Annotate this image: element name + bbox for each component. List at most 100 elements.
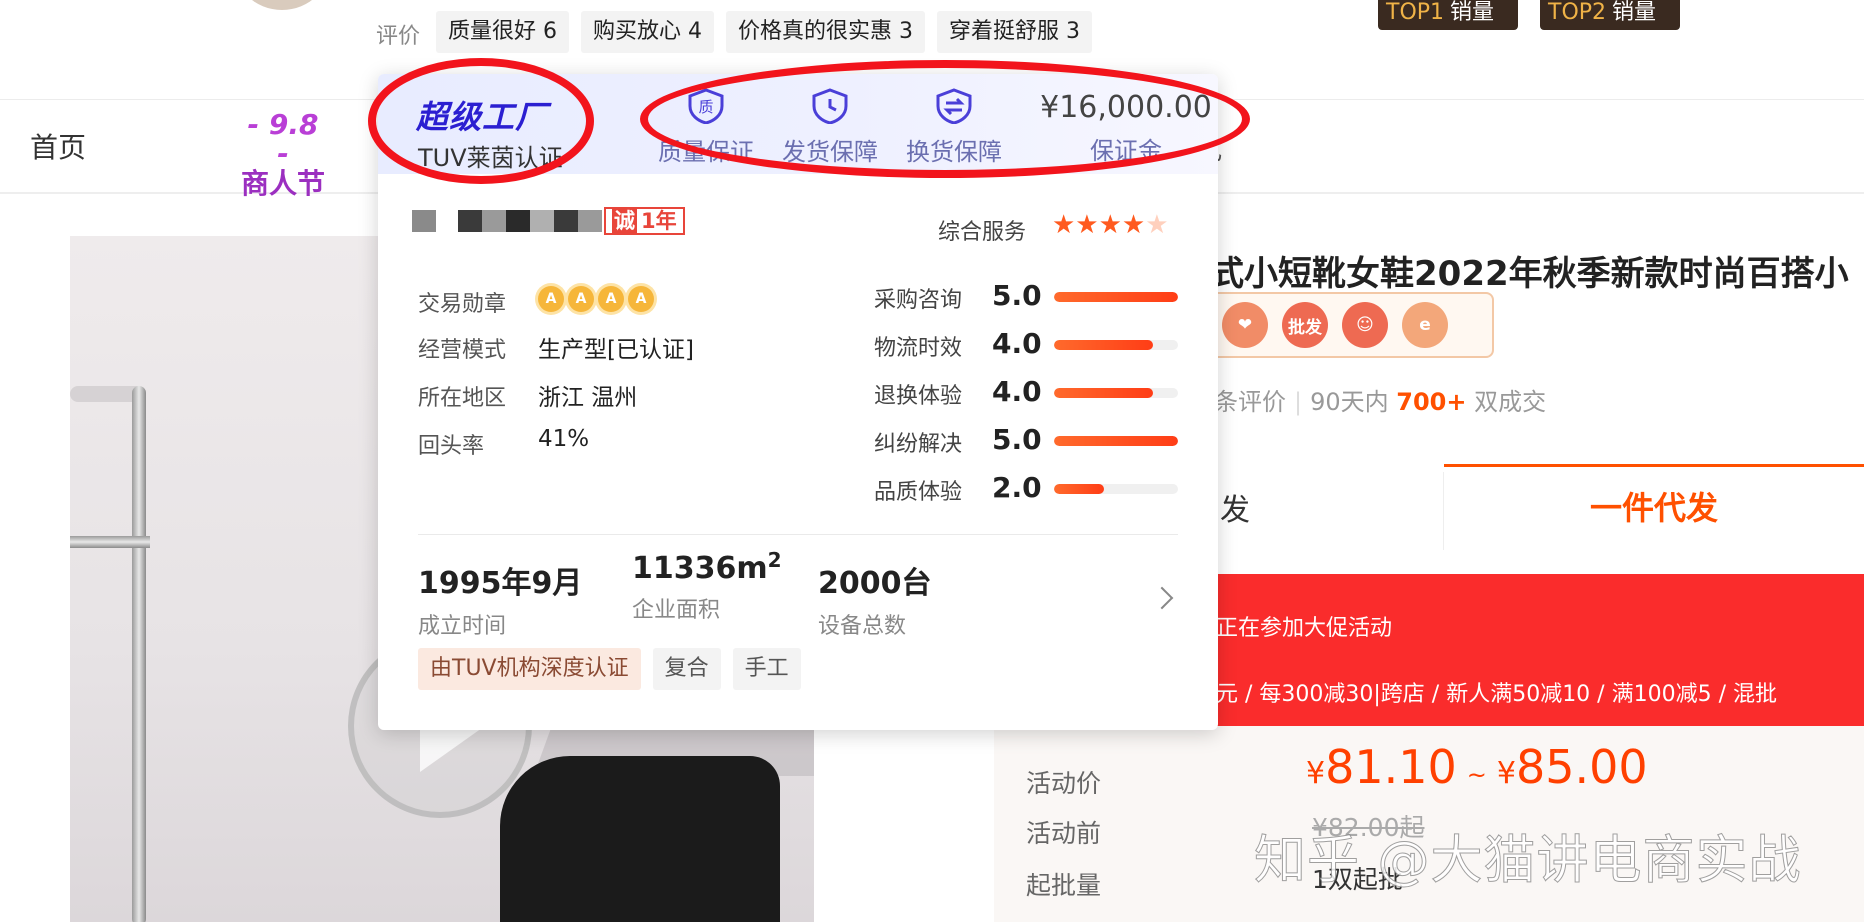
price-tilde: ~ bbox=[1466, 761, 1487, 789]
deal-label: 双成交 bbox=[1474, 388, 1547, 416]
trade-medals: A A A A bbox=[538, 286, 654, 312]
score-label: 退换体验 bbox=[874, 384, 963, 409]
badge-text: 销量 bbox=[1612, 0, 1657, 25]
process-chip[interactable]: 手工 bbox=[732, 648, 801, 690]
festival-logo-name: 商人节 bbox=[240, 166, 325, 200]
tab-dropship[interactable]: 一件代发 bbox=[1444, 464, 1864, 550]
deposit-label: 保证金 bbox=[1090, 137, 1162, 165]
top1-sales-badge[interactable]: TOP1 销量 bbox=[1378, 0, 1518, 30]
svg-text:质: 质 bbox=[698, 98, 713, 116]
clock-icon bbox=[812, 88, 848, 124]
score-value: 2.0 bbox=[992, 471, 1042, 504]
review-tag[interactable]: 质量很好 6 bbox=[436, 11, 569, 53]
score-bar-fill bbox=[1054, 340, 1154, 350]
super-factory-title[interactable]: 超级工厂 bbox=[416, 92, 548, 138]
festival-logo-date: - 9.8 - bbox=[247, 108, 319, 171]
deposit-info[interactable]: ¥16,000.00 保证金 bbox=[1036, 90, 1216, 166]
score-value: 4.0 bbox=[992, 375, 1042, 408]
medal-icon: A bbox=[628, 286, 654, 312]
repurchase-label: 回头率 bbox=[418, 434, 485, 459]
exchange-guarantee[interactable]: 换货保障 bbox=[894, 88, 1014, 167]
supplier-card-header: 超级工厂 TUV莱茵认证 质 质量保证 发货保障 换货保障 ¥16,000.00 bbox=[378, 74, 1218, 174]
equipment-value: 2000台 bbox=[818, 566, 932, 601]
shop-name-row: 诚 1年 bbox=[412, 206, 685, 236]
quality-guarantee[interactable]: 质 质量保证 bbox=[646, 88, 766, 167]
equipment-fact: 2000台 设备总数 bbox=[818, 558, 932, 640]
supplier-popup-card: 超级工厂 TUV莱茵认证 质 质量保证 发货保障 换货保障 ¥16,000.00 bbox=[378, 74, 1218, 730]
equipment-label: 设备总数 bbox=[818, 614, 907, 639]
score-bar-fill bbox=[1054, 484, 1104, 494]
review-tag[interactable]: 购买放心 4 bbox=[581, 11, 714, 53]
moq-label: 起批量 bbox=[1026, 871, 1102, 900]
tuv-certification[interactable]: TUV莱茵认证 bbox=[418, 138, 563, 173]
tuv-chip[interactable]: 由TUV机构深度认证 bbox=[418, 648, 641, 690]
deposit-amount: ¥16,000.00 bbox=[1040, 90, 1212, 125]
price-label: 活动价 bbox=[1026, 769, 1102, 798]
score-bar bbox=[1054, 388, 1178, 398]
medal-icon: A bbox=[568, 286, 594, 312]
score-bar bbox=[1054, 340, 1178, 350]
boot-image bbox=[500, 756, 780, 922]
wholesale-icon[interactable]: 批发 bbox=[1282, 302, 1328, 348]
review-label: 评价 bbox=[376, 24, 421, 49]
price-range: ¥81.10 ~ ¥85.00 bbox=[1306, 740, 1648, 794]
guarantee-label: 质量保证 bbox=[658, 138, 754, 166]
medal-label: 交易勋章 bbox=[418, 292, 507, 317]
product-title: 式小短靴女鞋2022年秋季新款时尚百搭小 bbox=[1210, 254, 1849, 294]
review-tag[interactable]: 价格真的很实惠 3 bbox=[726, 11, 925, 53]
score-bar-fill bbox=[1054, 388, 1154, 398]
medal-icon: A bbox=[538, 286, 564, 312]
score-bar bbox=[1054, 484, 1178, 494]
stats-period: 90天内 bbox=[1310, 388, 1389, 416]
currency-symbol: ¥ bbox=[1306, 756, 1326, 791]
rack-pole bbox=[132, 386, 146, 922]
founded-fact: 1995年9月 成立时间 bbox=[418, 558, 582, 640]
repurchase-value: 41% bbox=[538, 426, 590, 452]
deal-count: 700+ bbox=[1396, 388, 1467, 416]
shop-name-redacted[interactable] bbox=[412, 210, 602, 232]
promotion-rules: 元 / 每300减30|跨店 / 新人满50减10 / 满100减5 / 混批 bbox=[1216, 682, 1777, 707]
alibaba-icon[interactable]: e bbox=[1402, 302, 1448, 348]
service-badge-row: ❤ 批发 ☺ e bbox=[1200, 292, 1494, 358]
score-label: 品质体验 bbox=[874, 480, 963, 505]
festival-logo[interactable]: - 9.8 - 商人节 bbox=[238, 110, 328, 198]
shipping-guarantee[interactable]: 发货保障 bbox=[770, 88, 890, 167]
business-mode-value: 生产型[已认证] bbox=[538, 337, 694, 363]
shop-avatar[interactable] bbox=[232, 0, 332, 10]
process-chip[interactable]: 复合 bbox=[652, 648, 721, 690]
wholesale-icon-text: 批发 bbox=[1288, 317, 1322, 338]
badge-rank: TOP2 bbox=[1548, 0, 1607, 25]
review-count-text[interactable]: 条评价 bbox=[1214, 388, 1286, 416]
score-value: 4.0 bbox=[992, 327, 1042, 360]
badge-rank: TOP1 bbox=[1386, 0, 1445, 25]
service-star-rating: ★★★★★ bbox=[1052, 210, 1169, 240]
review-tag[interactable]: 穿着挺舒服 3 bbox=[937, 11, 1092, 53]
price-low: 81.10 bbox=[1325, 740, 1457, 794]
score-value: 5.0 bbox=[992, 423, 1042, 456]
tab-wholesale[interactable]: 发 bbox=[1218, 472, 1444, 550]
region-value: 浙江 温州 bbox=[538, 385, 638, 411]
certification-chips: 由TUV机构深度认证 复合 手工 bbox=[418, 648, 801, 690]
watermark: 知乎 @大猫讲电商实战 bbox=[1254, 831, 1802, 892]
chevron-right-icon[interactable] bbox=[1150, 586, 1174, 610]
purchase-mode-tabs: 发 一件代发 bbox=[1218, 464, 1864, 550]
area-value-wrap: 11336m2 bbox=[632, 548, 782, 586]
smile-icon[interactable]: ☺ bbox=[1342, 302, 1388, 348]
gift-icon[interactable]: ❤ bbox=[1222, 302, 1268, 348]
card-divider bbox=[418, 534, 1178, 535]
area-unit-sup: 2 bbox=[767, 548, 782, 572]
score-label: 采购咨询 bbox=[874, 288, 963, 313]
medal-icon: A bbox=[598, 286, 624, 312]
years-badge-prefix: 诚 bbox=[612, 209, 637, 233]
score-bar bbox=[1054, 436, 1178, 446]
nav-home-link[interactable]: 首页 bbox=[30, 126, 86, 166]
founded-label: 成立时间 bbox=[418, 614, 507, 639]
rack-bar bbox=[70, 536, 150, 548]
area-fact: 11336m2 企业面积 bbox=[632, 548, 782, 624]
price-high: 85.00 bbox=[1516, 740, 1648, 794]
region-label: 所在地区 bbox=[418, 386, 507, 411]
area-label: 企业面积 bbox=[632, 598, 721, 623]
founded-value: 1995年9月 bbox=[418, 566, 583, 601]
score-label: 物流时效 bbox=[874, 336, 963, 361]
top2-sales-badge[interactable]: TOP2 销量 bbox=[1540, 0, 1680, 30]
